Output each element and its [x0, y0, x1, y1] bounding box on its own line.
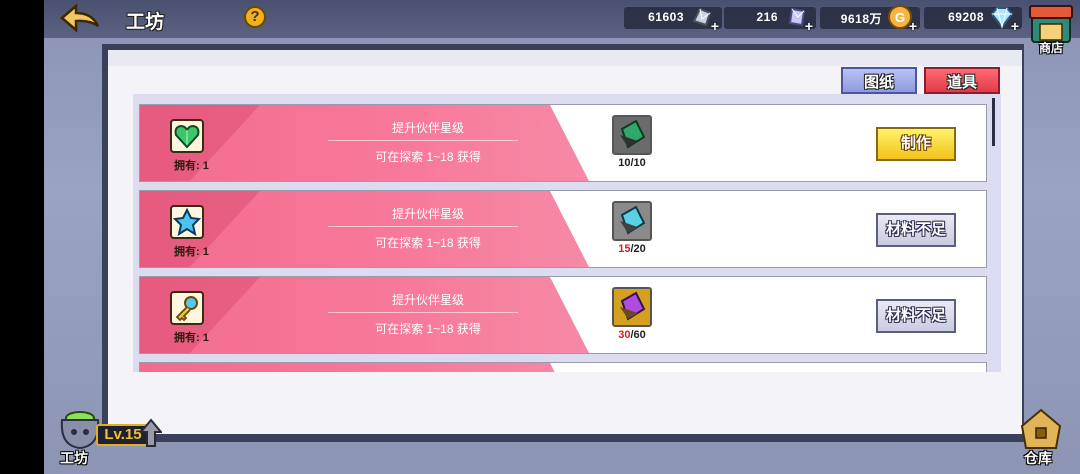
resource-silver: 61603 +: [624, 7, 722, 33]
row-banner: [140, 363, 590, 372]
material-have: 10: [618, 157, 631, 169]
row-divider: [328, 312, 518, 313]
svg-text:G: G: [895, 10, 905, 25]
resource-diamond: 69208 +: [924, 7, 1022, 33]
insufficient-materials-button[interactable]: 材料不足: [876, 299, 956, 333]
material-need: /20: [630, 243, 646, 255]
resource-gold: 9618万 G +: [820, 5, 920, 33]
recipe-row: 拥有: 1 提升伙伴星级 可在探索 1~18 获得 10/10 制作: [139, 104, 987, 182]
blue-star-gem-icon: [170, 205, 204, 239]
recipe-row: 拥有: 1 提升伙伴星级 可在探索 1~18 获得 15/20 材料不足: [139, 190, 987, 268]
resource-purple-crystal: 216 +: [724, 7, 816, 33]
tab-items[interactable]: 道具: [924, 67, 1000, 94]
shop-button[interactable]: 商店: [1026, 2, 1076, 56]
material-count: 15/20: [602, 243, 662, 255]
material-have: 15: [618, 243, 631, 255]
workshop-label: 工坊: [60, 450, 88, 466]
resource-value: 216: [756, 10, 778, 24]
purple-shard-icon: [612, 287, 652, 327]
recipe-list[interactable]: 拥有: 1 提升伙伴星级 可在探索 1~18 获得 10/10 制作 拥有: 1…: [133, 94, 1001, 372]
heart-gem-icon: [170, 119, 204, 153]
craft-button[interactable]: 制作: [876, 127, 956, 161]
item-effect: 提升伙伴星级: [391, 207, 464, 221]
add-purple-crystal-button[interactable]: +: [802, 19, 816, 33]
add-gold-button[interactable]: +: [906, 19, 920, 33]
row-divider: [328, 226, 518, 227]
page-title: 工坊: [126, 12, 165, 33]
item-source: 可在探索 1~18 获得: [375, 322, 481, 336]
insufficient-materials-button[interactable]: 材料不足: [876, 213, 956, 247]
row-divider: [328, 140, 518, 141]
upgrade-arrow-icon[interactable]: [138, 418, 164, 448]
warehouse-label: 仓库: [1024, 450, 1052, 466]
top-bar: 工坊 ? 61603 + 216 + 9618万 G + 69208 +: [44, 0, 1080, 38]
recipe-row: 拥有: 1 提升伙伴星级 可在探索 1~18 获得 30/60 材料不足: [139, 276, 987, 354]
item-effect: 提升伙伴星级: [391, 293, 464, 307]
material-need: /60: [630, 329, 646, 341]
item-source: 可在探索 1~18 获得: [375, 150, 481, 164]
tab-blueprint[interactable]: 图纸: [841, 67, 917, 94]
resource-value: 69208: [948, 10, 984, 24]
item-source: 可在探索 1~18 获得: [375, 236, 481, 250]
back-arrow-icon[interactable]: [58, 2, 104, 34]
owned-count: 拥有: 1: [174, 160, 209, 172]
game-screen: 工坊 ? 61603 + 216 + 9618万 G + 69208 + 商店 …: [44, 0, 1080, 474]
add-silver-button[interactable]: +: [708, 19, 722, 33]
shop-label: 商店: [1038, 41, 1063, 55]
panel-header-strip: [108, 50, 1022, 66]
resource-value: 61603: [648, 10, 684, 24]
owned-count: 拥有: 1: [174, 246, 209, 258]
material-have: 30: [618, 329, 631, 341]
add-diamond-button[interactable]: +: [1008, 19, 1022, 33]
scrollbar[interactable]: [992, 98, 995, 146]
material-count: 10/10: [602, 157, 662, 169]
recipe-row-partial: [139, 362, 987, 372]
help-icon[interactable]: ?: [244, 6, 266, 28]
gold-key-icon: [170, 291, 204, 325]
owned-count: 拥有: 1: [174, 332, 209, 344]
resource-value: 9618万: [840, 12, 882, 26]
material-count: 30/60: [602, 329, 662, 341]
green-shard-icon: [612, 115, 652, 155]
material-need: /10: [630, 157, 646, 169]
blue-shard-icon: [612, 201, 652, 241]
item-effect: 提升伙伴星级: [391, 121, 464, 135]
warehouse-button[interactable]: 仓库: [1014, 406, 1068, 468]
